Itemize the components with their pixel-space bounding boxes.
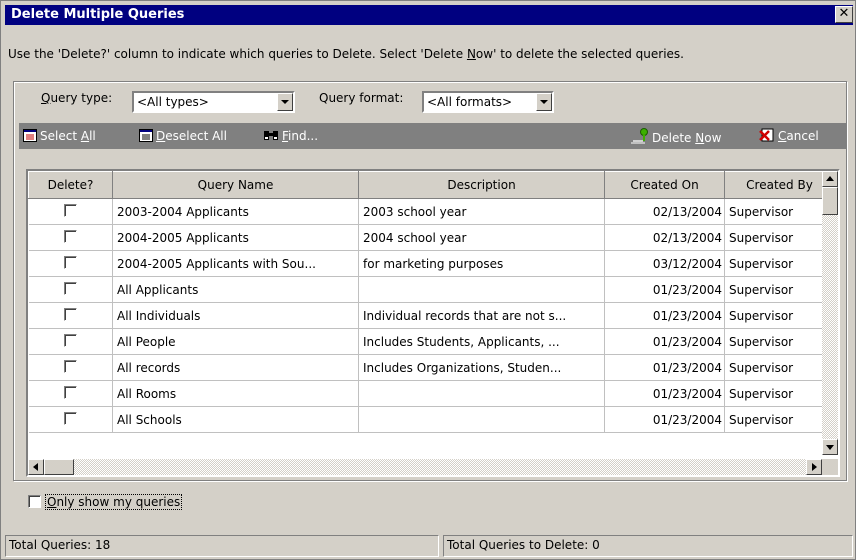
chevron-down-icon[interactable] <box>536 93 552 111</box>
table-row[interactable]: All Schools 01/23/2004 Supervisor <box>28 406 835 433</box>
instructions-text: Use the 'Delete?' column to indicate whi… <box>8 47 684 61</box>
created-by-cell: Supervisor <box>724 328 835 355</box>
created-by-cell: Supervisor <box>724 406 835 433</box>
created-by-cell: Supervisor <box>724 250 835 277</box>
select-all-icon <box>23 129 37 142</box>
created-on-cell: 01/23/2004 <box>604 328 725 355</box>
cancel-button[interactable]: Cancel <box>759 128 819 144</box>
created-by-cell: Supervisor <box>724 198 835 225</box>
deselect-all-icon <box>139 129 153 142</box>
description-cell <box>358 406 605 433</box>
description-cell: for marketing purposes <box>358 250 605 277</box>
only-mine-check[interactable] <box>28 495 41 508</box>
binoculars-icon <box>263 129 279 142</box>
delete-checkbox[interactable] <box>63 385 77 399</box>
query-name-cell: All Individuals <box>112 302 359 329</box>
queries-table: Delete? Query Name Description Created O… <box>28 171 835 433</box>
delete-now-button[interactable]: Delete Now <box>631 128 721 145</box>
chevron-down-icon[interactable] <box>277 93 293 111</box>
table-row[interactable]: 2004-2005 Applicants 2004 school year 02… <box>28 224 835 251</box>
query-name-cell: All Applicants <box>112 276 359 303</box>
query-format-select[interactable]: <All formats> <box>422 91 554 113</box>
table-row[interactable]: All records Includes Organizations, Stud… <box>28 354 835 381</box>
scroll-right-icon[interactable] <box>806 459 822 475</box>
created-on-cell: 02/13/2004 <box>604 198 725 225</box>
horizontal-scroll-thumb[interactable] <box>44 459 74 475</box>
vertical-scrollbar[interactable] <box>822 171 838 455</box>
query-name-cell: 2004-2005 Applicants with Sou... <box>112 250 359 277</box>
only-show-my-queries-checkbox[interactable]: Only show my queries <box>28 494 183 510</box>
created-on-cell: 01/23/2004 <box>604 380 725 407</box>
table-row[interactable]: All Applicants 01/23/2004 Supervisor <box>28 276 835 303</box>
column-header-delete[interactable]: Delete? <box>28 171 113 199</box>
created-on-cell: 02/13/2004 <box>604 224 725 251</box>
title-bar: Delete Multiple Queries ✕ <box>5 5 853 25</box>
description-cell: Includes Organizations, Studen... <box>358 354 605 381</box>
find-button[interactable]: Find... <box>263 128 318 144</box>
description-cell <box>358 276 605 303</box>
horizontal-scrollbar[interactable] <box>28 459 822 475</box>
created-on-cell: 01/23/2004 <box>604 302 725 329</box>
table-row[interactable]: 2003-2004 Applicants 2003 school year 02… <box>28 198 835 225</box>
created-on-cell: 01/23/2004 <box>604 276 725 303</box>
deselect-all-button[interactable]: Deselect All <box>139 128 227 144</box>
description-cell: Individual records that are not s... <box>358 302 605 329</box>
query-name-cell: All People <box>112 328 359 355</box>
status-total-queries: Total Queries: 18 <box>5 535 439 557</box>
table-row[interactable]: All People Includes Students, Applicants… <box>28 328 835 355</box>
description-cell: 2003 school year <box>358 198 605 225</box>
scroll-corner <box>822 459 838 475</box>
cancel-icon <box>759 128 775 142</box>
delete-checkbox[interactable] <box>63 281 77 295</box>
description-cell: 2004 school year <box>358 224 605 251</box>
column-header-description[interactable]: Description <box>358 171 605 199</box>
created-on-cell: 01/23/2004 <box>604 354 725 381</box>
description-cell: Includes Students, Applicants, ... <box>358 328 605 355</box>
query-format-label: Query format: <box>319 91 404 105</box>
delete-checkbox[interactable] <box>63 229 77 243</box>
scroll-up-icon[interactable] <box>822 171 838 187</box>
vertical-scroll-thumb[interactable] <box>822 187 838 215</box>
column-header-created-by[interactable]: Created By <box>724 171 835 199</box>
close-icon: ✕ <box>838 6 850 21</box>
dialog-title: Delete Multiple Queries <box>11 7 185 22</box>
created-on-cell: 01/23/2004 <box>604 406 725 433</box>
query-name-cell: 2004-2005 Applicants <box>112 224 359 251</box>
table-row[interactable]: All Rooms 01/23/2004 Supervisor <box>28 380 835 407</box>
scroll-left-icon[interactable] <box>28 459 44 475</box>
query-name-cell: All Schools <box>112 406 359 433</box>
created-by-cell: Supervisor <box>724 354 835 381</box>
query-name-cell: All records <box>112 354 359 381</box>
table-row[interactable]: All Individuals Individual records that … <box>28 302 835 329</box>
delete-queries-dialog: Delete Multiple Queries ✕ Use the 'Delet… <box>0 0 856 560</box>
query-type-select[interactable]: <All types> <box>132 91 295 113</box>
scroll-down-icon[interactable] <box>822 439 838 455</box>
column-header-query-name[interactable]: Query Name <box>112 171 359 199</box>
delete-checkbox[interactable] <box>63 333 77 347</box>
created-by-cell: Supervisor <box>724 276 835 303</box>
table-header-row: Delete? Query Name Description Created O… <box>28 171 835 199</box>
delete-checkbox[interactable] <box>63 307 77 321</box>
column-header-created-on[interactable]: Created On <box>604 171 725 199</box>
action-toolbar: Select All Deselect All Find... Delete N… <box>19 123 847 149</box>
created-by-cell: Supervisor <box>724 380 835 407</box>
delete-checkbox[interactable] <box>63 203 77 217</box>
queries-grid: Delete? Query Name Description Created O… <box>26 169 840 477</box>
query-name-cell: 2003-2004 Applicants <box>112 198 359 225</box>
select-all-button[interactable]: Select All <box>23 128 96 144</box>
delete-checkbox[interactable] <box>63 359 77 373</box>
delete-checkbox[interactable] <box>63 411 77 425</box>
delete-now-icon <box>631 128 649 144</box>
created-by-cell: Supervisor <box>724 224 835 251</box>
description-cell <box>358 380 605 407</box>
status-total-to-delete: Total Queries to Delete: 0 <box>443 535 853 557</box>
only-mine-label: Only show my queries <box>45 494 183 510</box>
query-name-cell: All Rooms <box>112 380 359 407</box>
delete-checkbox[interactable] <box>63 255 77 269</box>
created-on-cell: 03/12/2004 <box>604 250 725 277</box>
table-row[interactable]: 2004-2005 Applicants with Sou... for mar… <box>28 250 835 277</box>
created-by-cell: Supervisor <box>724 302 835 329</box>
query-type-label: Query type: <box>41 91 113 105</box>
close-button[interactable]: ✕ <box>835 6 853 23</box>
